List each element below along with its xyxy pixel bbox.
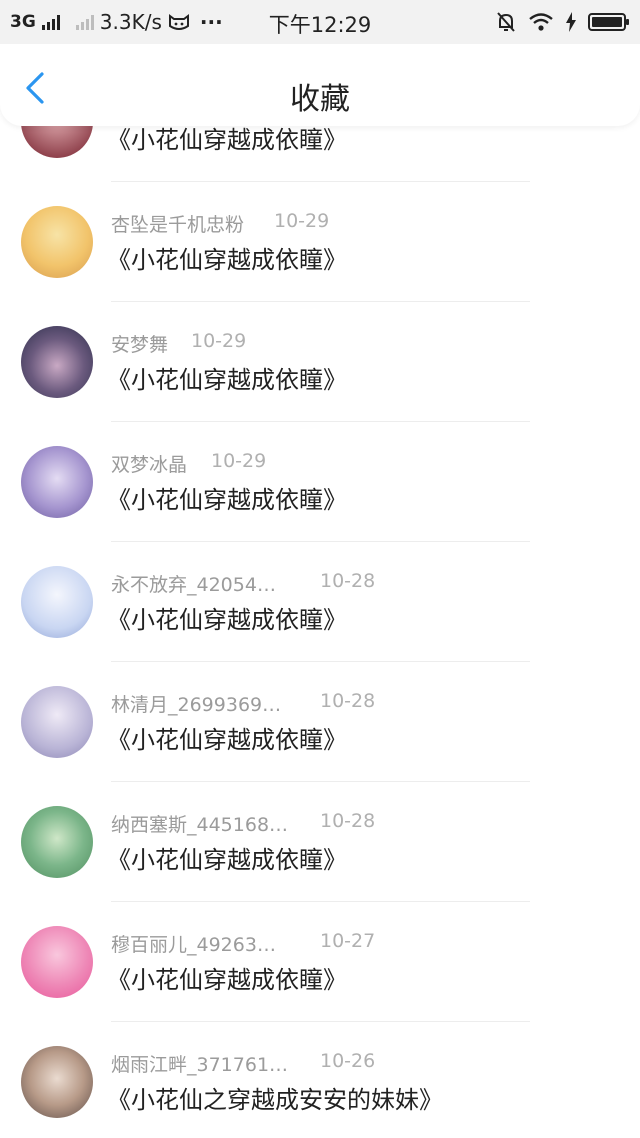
page-title: 收藏 <box>290 82 350 117</box>
list-item[interactable]: 双梦冰晶 10-29 《小花仙穿越成依瞳》 <box>0 422 640 542</box>
avatar <box>21 446 93 518</box>
screen: 《小花仙穿越成依瞳》 杏坠是千机忠粉 10-29 《小花仙穿越成依瞳》 安梦舞 … <box>0 0 640 1138</box>
avatar <box>21 566 93 638</box>
signal-icon <box>41 14 60 30</box>
book-title: 《小花仙穿越成依瞳》 <box>107 486 347 514</box>
charging-icon <box>566 12 576 32</box>
user-name: 林清月_2699369… <box>111 694 282 716</box>
book-title: 《小花仙穿越成依瞳》 <box>107 246 347 274</box>
status-bar: 3G 3.3K/s ··· 下午12:29 <box>0 0 640 44</box>
list-item[interactable]: 安梦舞 10-29 《小花仙穿越成依瞳》 <box>0 302 640 422</box>
bell-muted-icon <box>497 12 515 32</box>
avatar <box>21 326 93 398</box>
avatar <box>21 806 93 878</box>
date: 10-27 <box>320 930 376 952</box>
date: 10-26 <box>320 1050 376 1072</box>
list-item[interactable]: 穆百丽儿_49263… 10-27 《小花仙穿越成依瞳》 <box>0 902 640 1022</box>
user-name: 杏坠是千机忠粉 <box>111 214 245 236</box>
list-item[interactable]: 纳西塞斯_445168… 10-28 《小花仙穿越成依瞳》 <box>0 782 640 902</box>
avatar <box>21 206 93 278</box>
battery-icon <box>588 13 629 31</box>
book-title: 《小花仙穿越成依瞳》 <box>107 366 347 394</box>
wifi-icon <box>529 13 553 31</box>
signal-secondary-icon <box>75 14 94 30</box>
user-name: 安梦舞 <box>111 334 169 356</box>
date: 10-28 <box>320 570 376 592</box>
book-title: 《小花仙穿越成依瞳》 <box>107 606 347 634</box>
date: 10-29 <box>274 210 330 232</box>
book-title: 《小花仙之穿越成安安的妹妹》 <box>107 1086 443 1114</box>
list-item[interactable]: 永不放弃_42054… 10-28 《小花仙穿越成依瞳》 <box>0 542 640 662</box>
avatar <box>21 1046 93 1118</box>
avatar <box>21 926 93 998</box>
user-name: 穆百丽儿_49263… <box>111 934 276 956</box>
date: 10-28 <box>320 690 376 712</box>
user-name: 纳西塞斯_445168… <box>111 814 289 836</box>
avatar <box>21 686 93 758</box>
network-speed: 3.3K/s <box>99 10 162 34</box>
cat-face-icon <box>168 14 189 30</box>
user-name: 双梦冰晶 <box>111 454 188 476</box>
list-item[interactable]: 林清月_2699369… 10-28 《小花仙穿越成依瞳》 <box>0 662 640 782</box>
list-item[interactable]: 杏坠是千机忠粉 10-29 《小花仙穿越成依瞳》 <box>0 182 640 302</box>
nav-header: 收藏 <box>0 44 640 126</box>
date: 10-29 <box>191 330 247 352</box>
user-name: 烟雨江畔_371761… <box>111 1054 289 1076</box>
list-item[interactable]: 烟雨江畔_371761… 10-26 《小花仙之穿越成安安的妹妹》 <box>0 1022 640 1138</box>
user-name: 永不放弃_42054… <box>111 574 276 596</box>
book-title: 《小花仙穿越成依瞳》 <box>107 846 347 874</box>
date: 10-29 <box>211 450 267 472</box>
book-title: 《小花仙穿越成依瞳》 <box>107 966 347 994</box>
network-type: 3G <box>10 12 36 32</box>
date: 10-28 <box>320 810 376 832</box>
book-title: 《小花仙穿越成依瞳》 <box>107 726 347 754</box>
more-dots: ··· <box>199 10 223 34</box>
